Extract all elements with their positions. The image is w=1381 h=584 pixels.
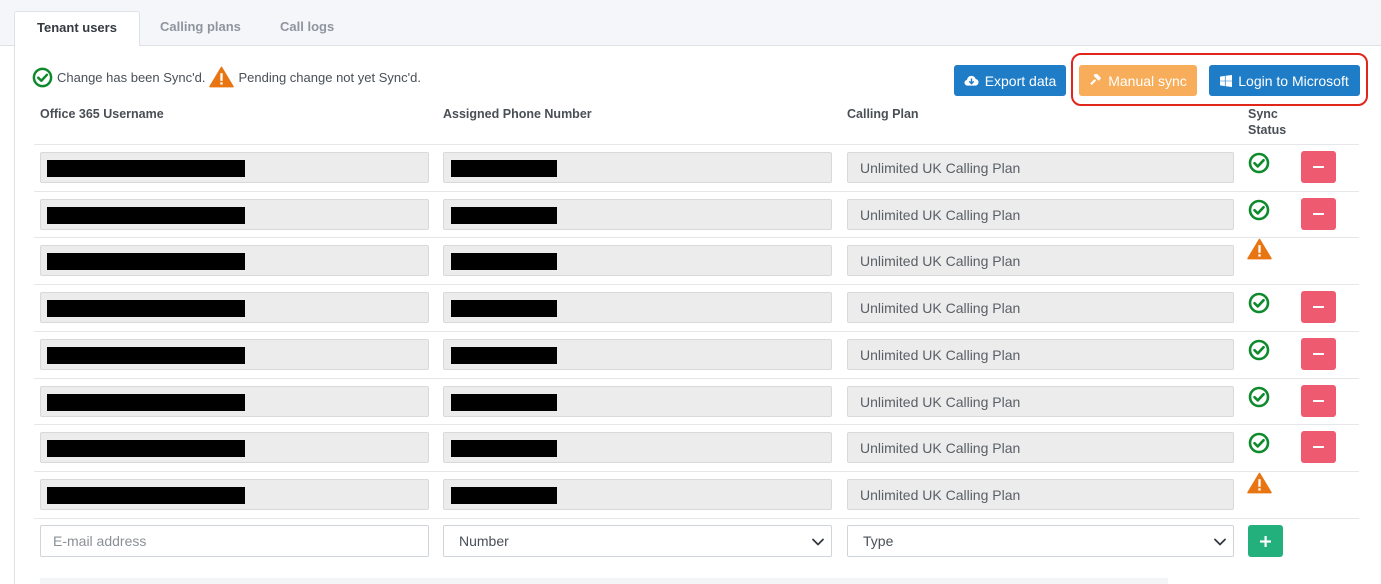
calling-plan-value: Unlimited UK Calling Plan	[860, 393, 1021, 410]
check-circle-icon	[1248, 292, 1270, 314]
tab-tenant-users[interactable]: Tenant users	[14, 11, 140, 47]
minus-icon	[1313, 166, 1324, 168]
chevron-down-icon	[812, 538, 824, 546]
row-divider	[34, 284, 1359, 285]
footer-strip	[40, 578, 1168, 584]
calling-plan-value: Unlimited UK Calling Plan	[860, 159, 1021, 176]
export-data-button[interactable]: Export data	[954, 65, 1066, 96]
row-divider	[34, 471, 1359, 472]
warning-triangle-icon	[1247, 238, 1272, 260]
warning-triangle-icon	[1247, 472, 1272, 494]
redaction-bar	[47, 487, 245, 504]
plus-icon	[1260, 535, 1271, 547]
column-header-username: Office 365 Username	[40, 107, 164, 121]
chevron-down-icon	[1214, 538, 1226, 546]
highlight-annotation	[1071, 53, 1368, 106]
remove-user-button[interactable]	[1301, 151, 1336, 183]
minus-icon	[1313, 306, 1324, 308]
redaction-bar	[451, 300, 557, 317]
minus-icon	[1313, 213, 1324, 215]
calling-plan-field[interactable]: Unlimited UK Calling Plan	[847, 152, 1234, 183]
row-divider	[34, 191, 1359, 192]
redaction-bar	[451, 207, 557, 224]
row-divider	[34, 518, 1359, 519]
tab-bar: Tenant users Calling plans Call logs	[0, 0, 1381, 47]
calling-plan-field[interactable]: Unlimited UK Calling Plan	[847, 245, 1234, 276]
calling-plan-value: Unlimited UK Calling Plan	[860, 439, 1021, 456]
check-circle-icon	[1248, 386, 1270, 408]
redaction-bar	[47, 207, 245, 224]
sync-status-header-line1: Sync	[1248, 107, 1278, 121]
calling-plan-value: Unlimited UK Calling Plan	[860, 206, 1021, 223]
row-divider	[34, 424, 1359, 425]
minus-icon	[1313, 400, 1324, 402]
warning-triangle-icon	[209, 66, 235, 88]
column-header-sync-status: Sync Status	[1248, 106, 1286, 138]
type-select-value: Type	[863, 533, 894, 549]
redaction-bar	[47, 253, 245, 270]
number-select[interactable]: Number	[443, 525, 832, 557]
minus-icon	[1313, 446, 1324, 448]
export-data-label: Export data	[984, 72, 1057, 89]
calling-plan-field[interactable]: Unlimited UK Calling Plan	[847, 479, 1234, 510]
remove-user-button[interactable]	[1301, 385, 1336, 417]
calling-plan-field[interactable]: Unlimited UK Calling Plan	[847, 199, 1234, 230]
redaction-bar	[451, 394, 557, 411]
remove-user-button[interactable]	[1301, 198, 1336, 230]
check-circle-icon	[1248, 339, 1270, 361]
row-divider	[34, 378, 1359, 379]
row-divider	[34, 331, 1359, 332]
calling-plan-field[interactable]: Unlimited UK Calling Plan	[847, 339, 1234, 370]
column-header-calling-plan: Calling Plan	[847, 107, 919, 121]
redaction-bar	[451, 160, 557, 177]
sync-legend: Change has been Sync'd. Pending change n…	[32, 64, 425, 90]
calling-plan-field[interactable]: Unlimited UK Calling Plan	[847, 432, 1234, 463]
calling-plan-value: Unlimited UK Calling Plan	[860, 486, 1021, 503]
calling-plan-value: Unlimited UK Calling Plan	[860, 346, 1021, 363]
sync-status-header-line2: Status	[1248, 123, 1287, 137]
redaction-bar	[47, 300, 245, 317]
redaction-bar	[47, 160, 245, 177]
check-circle-icon	[32, 67, 53, 87]
redaction-bar	[47, 440, 245, 457]
legend-pending-text: Pending change not yet Sync'd.	[238, 69, 421, 85]
add-user-button[interactable]	[1248, 525, 1283, 557]
remove-user-button[interactable]	[1301, 431, 1336, 463]
calling-plan-value: Unlimited UK Calling Plan	[860, 252, 1021, 269]
redaction-bar	[451, 347, 557, 364]
redaction-bar	[451, 253, 557, 270]
redaction-bar	[47, 347, 245, 364]
check-circle-icon	[1248, 199, 1270, 221]
calling-plan-value: Unlimited UK Calling Plan	[860, 299, 1021, 316]
email-placeholder: E-mail address	[53, 533, 147, 549]
tab-call-logs[interactable]: Call logs	[258, 11, 356, 47]
calling-plan-field[interactable]: Unlimited UK Calling Plan	[847, 386, 1234, 417]
email-address-input[interactable]: E-mail address	[40, 525, 429, 557]
type-select[interactable]: Type	[847, 525, 1234, 557]
row-divider	[34, 237, 1359, 238]
remove-user-button[interactable]	[1301, 291, 1336, 323]
minus-icon	[1313, 353, 1324, 355]
calling-plan-field[interactable]: Unlimited UK Calling Plan	[847, 292, 1234, 323]
number-select-value: Number	[459, 533, 509, 549]
redaction-bar	[451, 487, 557, 504]
check-circle-icon	[1248, 152, 1270, 174]
check-circle-icon	[1248, 432, 1270, 454]
redaction-bar	[451, 440, 557, 457]
header-divider	[34, 144, 1359, 145]
column-header-phone: Assigned Phone Number	[443, 107, 592, 121]
legend-synced-text: Change has been Sync'd.	[57, 69, 206, 85]
redaction-bar	[47, 394, 245, 411]
cloud-download-icon	[964, 75, 979, 86]
tab-calling-plans[interactable]: Calling plans	[138, 11, 263, 47]
remove-user-button[interactable]	[1301, 338, 1336, 370]
